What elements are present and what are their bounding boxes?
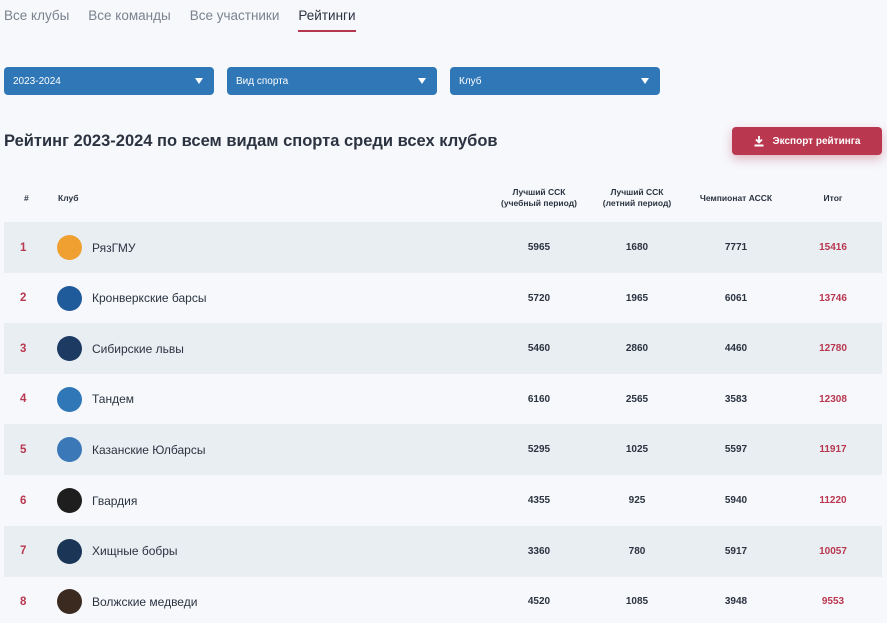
ssk-study-cell: 4520	[527, 596, 551, 608]
club-name[interactable]: Кронверкские барсы	[92, 273, 206, 324]
column-header-ssk-summer: Лучший ССК (летний период)	[587, 187, 687, 209]
club-select[interactable]: Клуб	[450, 67, 660, 95]
sport-select-value: Вид спорта	[236, 75, 289, 87]
total-cell: 15416	[819, 242, 847, 253]
assk-cell: 7771	[724, 242, 748, 253]
table-row[interactable]: 4 Тандем 6160 2565 3583 12308	[4, 374, 882, 425]
assk-cell: 3583	[724, 393, 748, 405]
export-rating-label: Экспорт рейтинга	[772, 135, 861, 147]
club-name[interactable]: РязГМУ	[92, 222, 135, 273]
tab-all-clubs[interactable]: Все клубы	[4, 8, 69, 33]
star-icon	[57, 488, 82, 513]
season-select[interactable]: 2023-2024	[4, 67, 214, 95]
column-header-club: Клуб	[58, 193, 79, 203]
tandem-icon	[57, 386, 82, 412]
assk-cell: 3948	[724, 596, 748, 608]
rank-cell: 4	[20, 393, 27, 406]
column-header-ssk-study: Лучший ССК (учебный период)	[489, 187, 589, 209]
table-row[interactable]: 8 Волжские медведи 4520 1085 3948 9553	[4, 576, 882, 623]
assk-cell: 5597	[724, 444, 748, 456]
ssk-summer-cell: 925	[628, 495, 646, 506]
ssk-summer-cell: 1680	[625, 242, 649, 253]
table-row[interactable]: 2 Кронверкские барсы 5720 1965 6061 13746	[4, 273, 882, 324]
total-cell: 11917	[819, 444, 847, 456]
ssk-summer-cell: 2565	[625, 393, 649, 405]
total-cell: 11220	[819, 495, 847, 506]
ssk-summer-cell: 1085	[625, 596, 649, 608]
tab-ratings[interactable]: Рейтинги	[298, 8, 356, 33]
download-icon	[754, 135, 763, 146]
table-row[interactable]: 7 Хищные бобры 3360 780 5917 10057	[4, 525, 882, 577]
chevron-down-icon	[641, 78, 649, 84]
table-row[interactable]: 6 Гвардия 4355 925 5940 11220	[4, 475, 882, 526]
beaver-icon	[57, 538, 82, 564]
ssk-study-cell: 6160	[527, 393, 551, 405]
filters-bar: 2023-2024 Вид спорта Клуб	[4, 67, 673, 95]
page-title: Рейтинг 2023-2024 по всем видам спорта с…	[4, 132, 498, 150]
club-name[interactable]: Гвардия	[92, 475, 137, 526]
tabs-nav: Все клубы Все команды Все участники Рейт…	[4, 8, 375, 33]
chevron-down-icon	[195, 78, 203, 84]
assk-cell: 4460	[724, 343, 748, 355]
column-header-ssk-study-line2: (учебный период)	[501, 198, 577, 208]
ssk-study-cell: 4355	[527, 495, 551, 506]
table-row[interactable]: 3 Сибирские львы 5460 2860 4460 12780	[4, 323, 882, 375]
column-header-ssk-summer-line1: Лучший ССК	[610, 187, 664, 197]
ssk-summer-cell: 780	[628, 545, 646, 557]
total-cell: 9553	[821, 596, 845, 608]
rank-cell: 3	[20, 342, 27, 355]
club-name[interactable]: Казанские Юлбарсы	[92, 424, 205, 475]
bear-icon	[57, 589, 82, 615]
column-header-assk: Чемпионат АССК	[699, 193, 773, 203]
total-cell: 12308	[819, 393, 847, 405]
assk-cell: 5940	[724, 495, 748, 506]
ssk-summer-cell: 1025	[625, 444, 649, 456]
sport-select[interactable]: Вид спорта	[227, 67, 437, 95]
column-header-ssk-study-line1: Лучший ССК	[512, 187, 566, 197]
rank-cell: 5	[20, 443, 27, 456]
ssk-study-cell: 5965	[527, 242, 551, 253]
chevron-down-icon	[418, 78, 426, 84]
rank-cell: 2	[20, 292, 27, 305]
assk-cell: 5917	[724, 545, 748, 557]
column-header-ssk-summer-line2: (летний период)	[602, 198, 672, 208]
ssk-summer-cell: 2860	[625, 343, 649, 355]
table-row[interactable]: 1 РязГМУ 5965 1680 7771 15416	[4, 222, 882, 273]
total-cell: 12780	[819, 343, 847, 355]
ssk-study-cell: 5295	[527, 444, 551, 456]
column-header-rank: #	[24, 193, 29, 203]
shield-icon	[57, 285, 82, 311]
club-name[interactable]: Хищные бобры	[92, 526, 178, 577]
rank-cell: 6	[20, 494, 27, 507]
tiger-shield-icon	[57, 437, 82, 463]
club-name[interactable]: Тандем	[92, 374, 134, 425]
ssk-study-cell: 5460	[527, 343, 551, 355]
ssk-study-cell: 3360	[527, 545, 551, 557]
export-rating-button[interactable]: Экспорт рейтинга	[732, 127, 882, 155]
table-row[interactable]: 5 Казанские Юлбарсы 5295 1025 5597 11917	[4, 424, 882, 476]
rank-cell: 8	[20, 595, 27, 608]
club-name[interactable]: Волжские медведи	[92, 576, 197, 623]
rank-cell: 1	[20, 241, 27, 254]
tab-all-teams[interactable]: Все команды	[88, 8, 170, 33]
rank-cell: 7	[20, 545, 27, 558]
total-cell: 10057	[819, 545, 847, 557]
club-select-value: Клуб	[459, 75, 482, 87]
total-cell: 13746	[819, 292, 847, 304]
basketball-fire-icon	[57, 235, 82, 260]
ssk-summer-cell: 1965	[625, 292, 649, 304]
lion-icon	[57, 336, 82, 362]
club-name[interactable]: Сибирские львы	[92, 323, 184, 374]
season-select-value: 2023-2024	[13, 75, 61, 87]
ssk-study-cell: 5720	[527, 292, 551, 304]
assk-cell: 6061	[724, 292, 748, 304]
column-header-total: Итог	[823, 193, 843, 203]
tab-all-participants[interactable]: Все участники	[190, 8, 280, 33]
